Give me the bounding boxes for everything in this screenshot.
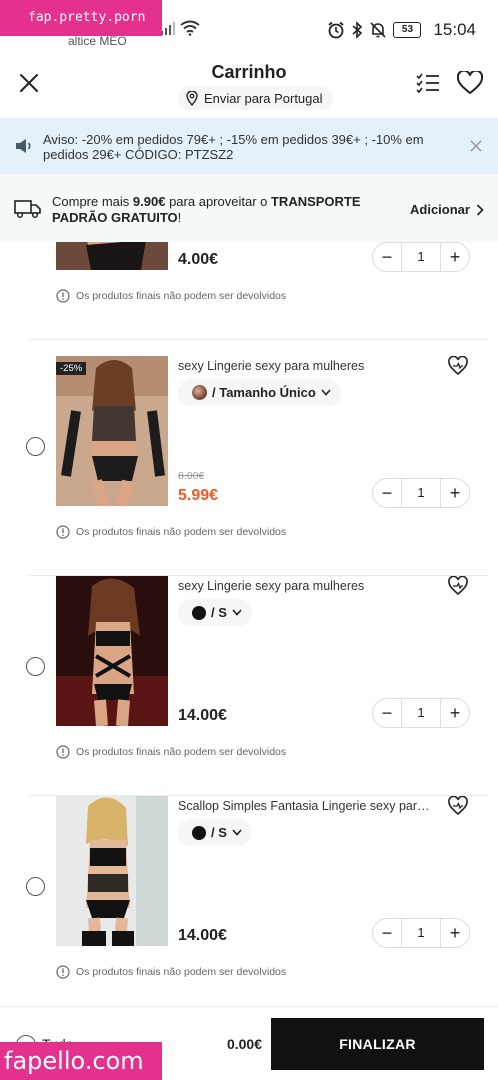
item-price: 4.00€: [178, 251, 219, 268]
decrease-qty-button[interactable]: −: [373, 479, 401, 507]
item-title[interactable]: sexy Lingerie sexy para mulheres: [178, 359, 434, 373]
non-returnable-notice: Os produtos finais não podem ser devolvi…: [56, 525, 286, 539]
item-price: 5.99€: [178, 487, 219, 504]
chevron-down-icon: [321, 389, 331, 396]
cart-item: -25% sexy Lingerie sexy para mulheres / …: [10, 356, 488, 576]
close-notice-icon[interactable]: [470, 140, 482, 152]
non-returnable-notice: Os produtos finais não podem ser devolvi…: [56, 745, 286, 759]
alert-circle-icon: [56, 525, 70, 539]
item-select-radio[interactable]: [26, 437, 45, 456]
cart-list[interactable]: 4.00€ − 1 + Os produtos finais não podem…: [10, 242, 488, 1006]
signal-icon: [161, 22, 175, 35]
item-price: 14.00€: [178, 927, 227, 944]
checkout-button[interactable]: FINALIZAR: [271, 1018, 484, 1070]
wifi-icon: [180, 20, 200, 36]
increase-qty-button[interactable]: +: [441, 243, 469, 271]
item-select-radio[interactable]: [26, 877, 45, 896]
checklist-icon[interactable]: [416, 72, 440, 94]
quantity-stepper[interactable]: − 1 +: [372, 242, 470, 272]
non-returnable-notice: Os produtos finais não podem ser devolvi…: [56, 289, 286, 303]
wishlist-heart-icon[interactable]: [457, 71, 483, 95]
non-returnable-notice: Os produtos finais não podem ser devolvi…: [56, 965, 286, 979]
color-swatch: [192, 385, 207, 400]
product-image[interactable]: -25%: [56, 356, 168, 506]
alert-circle-icon: [56, 965, 70, 979]
ship-to-label: Enviar para Portugal: [204, 90, 323, 106]
quantity-value[interactable]: 1: [401, 699, 441, 727]
quantity-stepper[interactable]: − 1 +: [372, 478, 470, 508]
quantity-value[interactable]: 1: [401, 243, 441, 271]
add-more-button[interactable]: Adicionar: [410, 202, 484, 217]
chevron-right-icon: [476, 203, 484, 216]
move-to-wishlist-icon[interactable]: [448, 576, 468, 596]
quantity-value[interactable]: 1: [401, 919, 441, 947]
header: Carrinho Enviar para Portugal: [0, 62, 498, 118]
truck-icon: [14, 200, 41, 219]
variant-selector[interactable]: / S: [178, 599, 252, 626]
increase-qty-button[interactable]: +: [441, 479, 469, 507]
location-pin-icon: [186, 90, 198, 106]
free-shipping-text: Compre mais 9.90€ para aproveitar o TRAN…: [52, 194, 361, 225]
mute-bell-icon: [370, 22, 387, 38]
decrease-qty-button[interactable]: −: [373, 243, 401, 271]
cart-item: Scallop Simples Fantasia Lingerie sexy p…: [10, 796, 488, 1006]
cart-item: 4.00€ − 1 + Os produtos finais não podem…: [10, 242, 488, 340]
cart-total: 0.00€: [226, 1036, 262, 1052]
quantity-stepper[interactable]: − 1 +: [372, 918, 470, 948]
decrease-qty-button[interactable]: −: [373, 699, 401, 727]
increase-qty-button[interactable]: +: [441, 699, 469, 727]
move-to-wishlist-icon[interactable]: [448, 796, 468, 816]
product-image[interactable]: [56, 242, 168, 270]
battery-icon: 53: [393, 22, 422, 38]
cart-item: sexy Lingerie sexy para mulheres / S 14.…: [10, 576, 488, 796]
alarm-icon: [328, 21, 345, 39]
alert-circle-icon: [56, 745, 70, 759]
chevron-down-icon: [232, 609, 242, 616]
speaker-icon: [16, 139, 31, 153]
bluetooth-icon: [352, 21, 363, 39]
item-title[interactable]: Scallop Simples Fantasia Lingerie sexy p…: [178, 799, 434, 813]
clock: 15:04: [433, 20, 476, 39]
discount-badge: -25%: [56, 362, 87, 375]
decrease-qty-button[interactable]: −: [373, 919, 401, 947]
free-shipping-banner: Compre mais 9.90€ para aproveitar o TRAN…: [0, 174, 498, 242]
item-original-price: 8.00€: [178, 470, 205, 482]
promo-notice-banner: Aviso: -20% em pedidos 79€+ ; -15% em pe…: [0, 118, 498, 174]
promo-notice-text: Aviso: -20% em pedidos 79€+ ; -15% em pe…: [43, 132, 424, 162]
ship-to-selector[interactable]: Enviar para Portugal: [178, 86, 333, 110]
watermark-bottom: fapello.com: [0, 1042, 162, 1080]
item-price: 14.00€: [178, 707, 227, 724]
increase-qty-button[interactable]: +: [441, 919, 469, 947]
alert-circle-icon: [56, 289, 70, 303]
item-title[interactable]: sexy Lingerie sexy para mulheres: [178, 579, 434, 593]
product-image[interactable]: [56, 796, 168, 946]
quantity-value[interactable]: 1: [401, 479, 441, 507]
color-swatch: [192, 825, 206, 840]
variant-selector[interactable]: / S: [178, 819, 252, 846]
product-image[interactable]: [56, 576, 168, 726]
chevron-down-icon: [232, 829, 242, 836]
watermark-top: fap.pretty.porn: [0, 0, 162, 36]
quantity-stepper[interactable]: − 1 +: [372, 698, 470, 728]
color-swatch: [192, 605, 206, 620]
variant-selector[interactable]: / Tamanho Único: [178, 379, 341, 406]
carrier-label: altice MEO: [68, 34, 127, 48]
item-select-radio[interactable]: [26, 657, 45, 676]
move-to-wishlist-icon[interactable]: [448, 356, 468, 376]
